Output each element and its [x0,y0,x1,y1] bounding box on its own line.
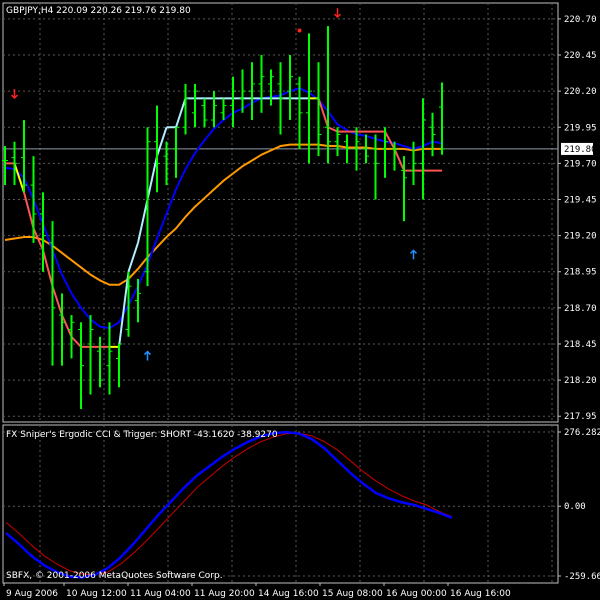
time-tick-label: 16 Aug 00:00 [386,589,447,599]
price-tick-label: 218.70 [564,304,597,314]
price-tick-label: 218.95 [564,268,597,278]
main-panel-header: GBPJPY,H4 220.09 220.26 219.76 219.80 [6,6,191,16]
time-tick-label: 11 Aug 04:00 [130,589,191,599]
price-tick-label: 220.45 [564,51,597,61]
price-tick-label: 219.95 [564,123,597,133]
current-price-tag: 219.80 [561,142,597,155]
signal-dot-icon [297,28,302,33]
time-tick-label: 14 Aug 16:00 [258,589,319,599]
price-tick-label: 218.20 [564,376,597,386]
price-tick-label: 219.45 [564,195,597,205]
time-tick-label: 11 Aug 20:00 [194,589,255,599]
time-tick-label: 9 Aug 2006 [6,589,58,599]
price-tick-label: 218.45 [564,340,597,350]
time-tick-label: 16 Aug 16:00 [450,589,511,599]
price-tick-label: 219.70 [564,159,597,169]
mt4-chart: 220.70 220.45 220.20 219.95 219.70 219.45 219.… [0,0,600,600]
price-tick-label: 220.70 [564,15,597,25]
current-price-label: 219.80 [564,145,597,155]
indicator-tick-label: 0.00 [564,502,586,512]
price-tick-label: 220.20 [564,87,597,97]
time-tick-label: 15 Aug 08:00 [322,589,383,599]
indicator-tick-label: 276.2824 [564,428,600,438]
price-tick-label: 217.95 [564,412,597,422]
time-tick-label: 10 Aug 12:00 [66,589,127,599]
price-tick-label: 219.20 [564,232,597,242]
copyright-text: SBFX, © 2001-2006 MetaQuotes Software Co… [6,571,223,581]
indicator-tick-label: -259.667 [564,572,600,582]
indicator-panel-header: FX Sniper's Ergodic CCI & Trigger: SHORT… [6,430,278,440]
